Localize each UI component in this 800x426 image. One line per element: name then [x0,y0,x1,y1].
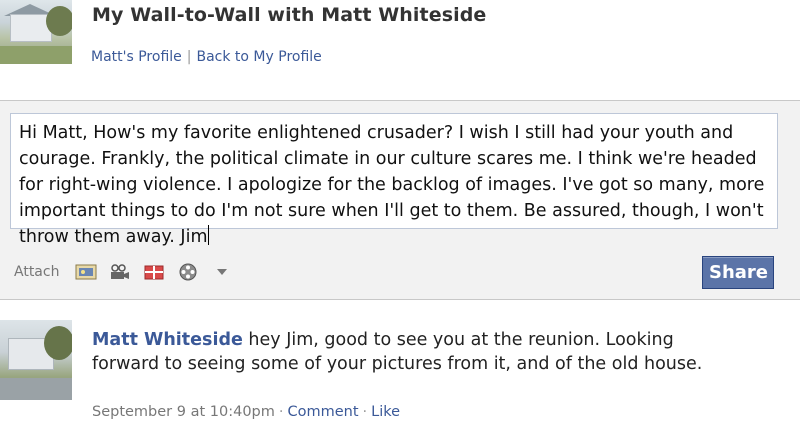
dropdown-arrow-icon[interactable] [211,263,233,281]
composer-text: Hi Matt, How's my favorite enlightened c… [19,123,765,247]
meta-separator: · [362,404,368,420]
wall-post-textarea[interactable]: Hi Matt, How's my favorite enlightened c… [10,113,778,247]
avatar-lawn [0,46,72,64]
matts-profile-link[interactable]: Matt's Profile [91,49,182,65]
attach-row: Attach [14,263,233,281]
link-separator: | [186,49,192,65]
avatar-tree [46,6,72,36]
attach-label: Attach [14,264,60,280]
post-author-link[interactable]: Matt Whiteside [92,330,243,350]
like-link[interactable]: Like [371,404,400,420]
comment-link[interactable]: Comment [288,404,359,420]
wall-composer: Hi Matt, How's my favorite enlightened c… [0,100,800,300]
post-timestamp: September 9 at 10:40pm [92,404,275,420]
profile-links: Matt's Profile | Back to My Profile [91,49,322,65]
page-title: My Wall-to-Wall with Matt Whiteside [92,4,487,26]
back-to-profile-link[interactable]: Back to My Profile [196,49,321,65]
post-author-avatar[interactable] [0,320,72,400]
avatar-tree [44,326,72,360]
photo-icon[interactable] [75,263,97,281]
gift-icon[interactable] [143,263,165,281]
header-avatar[interactable] [0,0,72,64]
text-caret [207,225,209,245]
meta-separator: · [278,404,284,420]
avatar-road [0,378,72,400]
wall-post: Matt Whiteside hey Jim, good to see you … [92,328,732,376]
video-icon[interactable] [109,263,131,281]
film-reel-icon[interactable] [177,263,199,281]
post-meta: September 9 at 10:40pm · Comment · Like [92,404,400,420]
share-button[interactable]: Share [702,256,774,289]
